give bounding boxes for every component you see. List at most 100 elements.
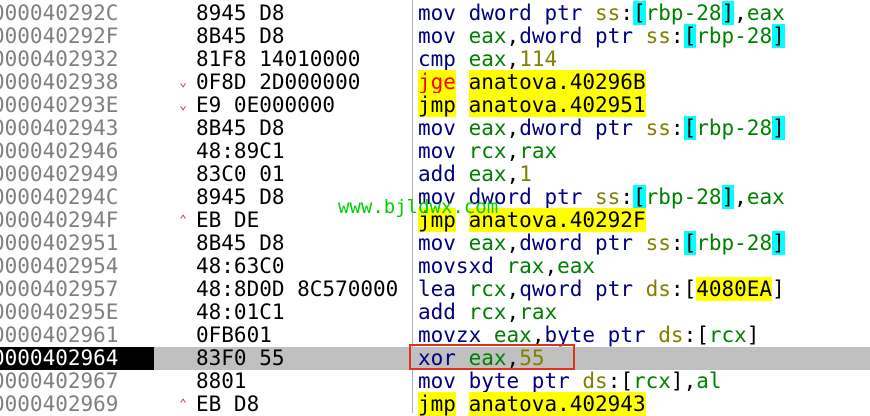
address[interactable]: 0000402943 bbox=[0, 117, 154, 140]
instruction[interactable]: jmp anatova.402951 bbox=[418, 93, 646, 117]
instruction-token: eax bbox=[746, 185, 785, 209]
instruction-row[interactable]: 0000402938 ⌄ 0F8D 2D000000 jge anatova.4029… bbox=[0, 70, 870, 94]
instruction[interactable]: jge anatova.40296B bbox=[418, 70, 646, 94]
instruction-token bbox=[494, 254, 507, 278]
instruction-row[interactable]: 0000402967 8801 mov byte ptr ds:[rcx],al bbox=[0, 370, 870, 393]
instruction-token: :[ bbox=[670, 277, 697, 301]
instruction[interactable]: mov eax,dword ptr ss:[rbp-28] bbox=[418, 231, 785, 255]
instruction[interactable]: mov eax,dword ptr ss:[rbp-28] bbox=[418, 116, 785, 140]
instruction-token: rcx bbox=[468, 139, 507, 163]
instruction-token: anatova.40296B bbox=[468, 70, 646, 94]
instruction-token: ds bbox=[645, 277, 671, 301]
instruction-token: mov bbox=[418, 116, 456, 140]
instruction-token: eax bbox=[468, 24, 507, 48]
instruction-token bbox=[456, 93, 469, 117]
instruction-token: ss bbox=[645, 24, 671, 48]
address[interactable]: 0000402938 bbox=[0, 71, 154, 94]
instruction-row[interactable]: 0000402943 8B45 D8 mov eax,dword ptr ss:[r… bbox=[0, 116, 870, 140]
instruction-token: ] bbox=[772, 231, 785, 255]
instruction-token: mov bbox=[418, 369, 456, 393]
instruction-token: ss bbox=[645, 231, 671, 255]
instruction-token: , bbox=[544, 254, 558, 278]
instruction-token: ds bbox=[658, 323, 684, 347]
opcode-bytes: 83F0 55 bbox=[196, 347, 285, 370]
instruction-token bbox=[456, 47, 469, 71]
instruction-row[interactable]: 000040292F 8B45 D8 mov eax,dword ptr ss:[r… bbox=[0, 24, 870, 48]
instruction[interactable]: mov rcx,rax bbox=[418, 140, 557, 163]
instruction-token: : bbox=[670, 116, 684, 140]
opcode-bytes: 8B45 D8 bbox=[196, 117, 285, 140]
instruction-token bbox=[456, 1, 469, 25]
instruction[interactable]: cmp eax,114 bbox=[418, 48, 557, 71]
address[interactable]: 0000402951 bbox=[0, 232, 154, 255]
instruction-row[interactable]: 000040293E ⌄ E9 0E000000 jmp anatova.402951 bbox=[0, 93, 870, 117]
watermark: www.bjldwx.com bbox=[338, 196, 499, 218]
address[interactable]: 000040295E bbox=[0, 301, 154, 324]
address[interactable]: 000040294C bbox=[0, 186, 154, 209]
instruction-token: rax bbox=[506, 254, 545, 278]
instruction-row[interactable]: 000040292C 8945 D8 mov dword ptr ss:[rbp-2… bbox=[0, 1, 870, 25]
instruction[interactable]: add rcx,rax bbox=[418, 301, 557, 324]
instruction-token: [ bbox=[632, 1, 646, 25]
instruction-token bbox=[456, 277, 469, 301]
instruction-token: [ bbox=[632, 185, 646, 209]
opcode-bytes: 8B45 D8 bbox=[196, 232, 285, 255]
instruction-row[interactable]: 0000402932 81F8 14010000 cmp eax,114 bbox=[0, 48, 870, 71]
instruction[interactable]: movsxd rax,eax bbox=[418, 255, 595, 278]
instruction-token: , bbox=[506, 162, 520, 186]
instruction[interactable]: mov dword ptr ss:[rbp-28],eax bbox=[418, 1, 785, 25]
instruction-token: byte ptr bbox=[468, 369, 583, 393]
instruction-token: ss bbox=[595, 185, 621, 209]
instruction-token: ] bbox=[772, 116, 785, 140]
instruction-token: : bbox=[620, 185, 633, 209]
address[interactable]: 0000402964 bbox=[0, 347, 154, 370]
address[interactable]: 0000402961 bbox=[0, 324, 154, 347]
instruction-token: rbp-28 bbox=[696, 116, 773, 140]
instruction-token bbox=[456, 392, 469, 416]
instruction-token: , bbox=[506, 24, 520, 48]
instruction-token: rcx bbox=[632, 369, 671, 393]
instruction-token: eax bbox=[557, 254, 596, 278]
address[interactable]: 0000402954 bbox=[0, 255, 154, 278]
opcode-bytes: 48:8D0D 8C570000 bbox=[196, 278, 399, 301]
instruction[interactable]: lea rcx,qword ptr ds:[4080EA] bbox=[418, 277, 785, 301]
instruction-token: , bbox=[506, 277, 520, 301]
opcode-bytes: 0F8D 2D000000 bbox=[196, 71, 361, 94]
address[interactable]: 0000402946 bbox=[0, 140, 154, 163]
address[interactable]: 0000402957 bbox=[0, 278, 154, 301]
jump-arrow-icon: ⌃ bbox=[179, 213, 187, 228]
instruction-token: rbp-28 bbox=[645, 185, 722, 209]
instruction-row[interactable]: 0000402957 48:8D0D 8C570000 lea rcx,qword … bbox=[0, 277, 870, 301]
address[interactable]: 000040293E bbox=[0, 94, 154, 117]
address[interactable]: 0000402932 bbox=[0, 48, 154, 71]
instruction-token: , bbox=[506, 47, 520, 71]
instruction[interactable]: mov eax,dword ptr ss:[rbp-28] bbox=[418, 24, 785, 48]
address[interactable]: 0000402949 bbox=[0, 163, 154, 186]
instruction-token: mov bbox=[418, 139, 456, 163]
instruction-token: rbp-28 bbox=[696, 231, 773, 255]
instruction-token: ] bbox=[721, 1, 735, 25]
instruction-token: jmp bbox=[418, 93, 456, 117]
instruction-token bbox=[456, 162, 469, 186]
instruction-token: rcx bbox=[468, 300, 507, 324]
instruction-row[interactable]: 000040295E 48:01C1 add rcx,rax bbox=[0, 301, 870, 324]
opcode-bytes: E9 0E000000 bbox=[196, 94, 336, 117]
instruction-row[interactable]: 0000402949 83C0 01 add eax,1 bbox=[0, 163, 870, 186]
instruction-token: dword ptr bbox=[519, 116, 646, 140]
instruction-token: , bbox=[734, 185, 747, 209]
instruction-row[interactable]: 0000402946 48:89C1 mov rcx,rax bbox=[0, 140, 870, 163]
address[interactable]: 000040294F bbox=[0, 209, 154, 232]
instruction-token: 1 bbox=[519, 162, 532, 186]
instruction-token: , bbox=[506, 231, 520, 255]
instruction[interactable]: mov byte ptr ds:[rcx],al bbox=[418, 370, 722, 393]
instruction-row[interactable]: 0000402951 8B45 D8 mov eax,dword ptr ss:[r… bbox=[0, 231, 870, 255]
highlight-box bbox=[409, 344, 575, 370]
instruction-token bbox=[456, 300, 469, 324]
instruction-token bbox=[456, 369, 469, 393]
address[interactable]: 000040292F bbox=[0, 25, 154, 48]
instruction-row[interactable]: 0000402954 48:63C0 movsxd rax,eax bbox=[0, 255, 870, 278]
address[interactable]: 000040292C bbox=[0, 2, 154, 25]
address[interactable]: 0000402967 bbox=[0, 370, 154, 393]
opcode-bytes: 8945 D8 bbox=[196, 2, 285, 25]
instruction[interactable]: add eax,1 bbox=[418, 163, 532, 186]
